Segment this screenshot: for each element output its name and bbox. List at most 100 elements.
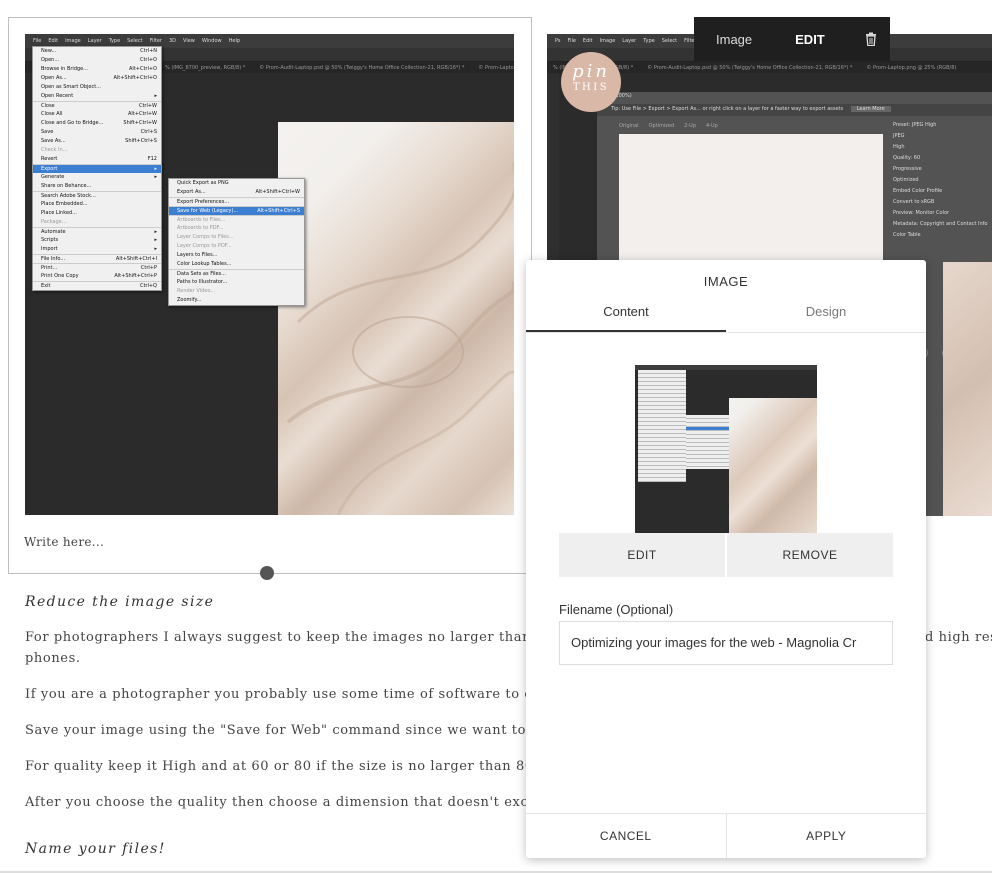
menu-item-shortcut: Ctrl+P — [140, 265, 157, 271]
menu-item-label: Print One Copy — [41, 273, 79, 279]
menu-item-shortcut: Shift+Ctrl+W — [123, 120, 157, 126]
menu-item-label: Browse in Bridge... — [41, 66, 89, 72]
menu-item-label: Save As... — [41, 138, 66, 144]
file-menu-item: Check In... — [33, 146, 161, 155]
menu-item-shortcut: Ctrl+W — [138, 103, 157, 109]
menu-item-label: Place Embedded... — [41, 201, 88, 207]
ps-menu-3: Layer — [87, 38, 102, 44]
menu-item-label: Layer Comps to Files... — [177, 234, 234, 240]
apply-button[interactable]: APPLY — [727, 814, 927, 858]
resize-handle[interactable] — [260, 566, 274, 580]
paragraph-5-text: After you choose the quality then choose… — [25, 795, 572, 810]
trash-icon[interactable] — [865, 32, 879, 47]
paragraph-1-tail: d high reso — [925, 630, 992, 645]
menu-item-shortcut: Ctrl+O — [139, 57, 157, 63]
file-menu-item: Import ▸ — [33, 245, 161, 254]
dialog-view-tab: 2-Up — [684, 123, 696, 129]
file-menu-item: Export ▸ — [33, 164, 161, 173]
menu-item-label: Artboards to PDF... — [177, 225, 224, 231]
tip-text: Tip: Use File > Export > Export As... or… — [611, 106, 844, 112]
pin-badge-top: pin — [572, 61, 610, 82]
export-menu-item: Color Lookup Tables... — [169, 260, 304, 269]
ps-menu-4: Type — [108, 38, 121, 44]
toolbar-edit-button[interactable]: EDIT — [795, 32, 825, 47]
menu-item-label: Export As... — [177, 189, 206, 195]
toolbar-image-label: Image — [716, 31, 753, 47]
file-menu-item: New... Ctrl+N — [33, 47, 161, 56]
thumbnail-remove-button[interactable]: REMOVE — [727, 533, 893, 577]
export-menu-item: Data Sets as Files... — [169, 269, 304, 278]
dialog-setting: Quality: 60 — [893, 155, 921, 161]
dialog-view-tab: Optimized — [648, 123, 675, 129]
tab-content[interactable]: Content — [526, 304, 726, 319]
file-menu-item: Share on Behance... — [33, 182, 161, 191]
file-menu-item: Automate ▸ — [33, 227, 161, 236]
menu-item-label: Place Linked... — [41, 210, 77, 216]
menu-item-shortcut: Alt+Shift+Ctrl+W — [255, 189, 300, 195]
menu-item-label: Close and Go to Bridge... — [41, 120, 104, 126]
dialog-setting: Optimized — [893, 177, 919, 183]
file-menu-item: Revert F12 — [33, 155, 161, 164]
file-menu-item: Save As... Shift+Ctrl+S — [33, 137, 161, 146]
file-menu-item: Close All Alt+Ctrl+W — [33, 110, 161, 119]
menu-item-label: Render Video... — [177, 288, 216, 294]
menu-item-label: Open... — [41, 57, 60, 63]
filename-label: Filename (Optional) — [559, 602, 674, 617]
export-submenu: Quick Export as PNG Export As... Alt+Shift… — [168, 178, 305, 306]
ps-menu-10: Help — [228, 38, 241, 44]
menu-item-shortcut: ▸ — [154, 237, 157, 243]
ps-menu-2: Image — [65, 38, 81, 44]
heading-name-files: Name your files! — [25, 841, 166, 857]
dialog-view-tab: Original — [619, 123, 639, 129]
cancel-button[interactable]: CANCEL — [526, 814, 727, 858]
paragraph-5: After you choose the quality then choose… — [25, 795, 598, 810]
learn-more-button: Learn More — [850, 106, 891, 112]
ps-menu-0: Ps — [555, 38, 561, 44]
menu-item-label: Zoomify... — [177, 297, 202, 303]
pin-this-badge[interactable]: pin THIS — [561, 52, 621, 112]
tab-design[interactable]: Design — [726, 304, 926, 319]
dialog-setting: Preset: JPEG High — [893, 122, 937, 128]
ps-menu-0: File — [33, 38, 42, 44]
caption-placeholder[interactable]: Write here... — [24, 535, 104, 549]
paragraph-1: For photographers I always suggest to ke… — [25, 630, 589, 645]
file-menu-item: Search Adobe Stock... — [33, 191, 161, 200]
menu-item-shortcut: Alt+Ctrl+W — [128, 111, 157, 117]
ps-doc-tab-2: © Prom-Laptop.png @ 25% (RGB/8) — [866, 64, 957, 71]
menu-item-label: Paths to Illustrator... — [177, 279, 228, 285]
panel-footer: CANCEL APPLY — [526, 813, 926, 858]
left-ps-fabric-photo — [278, 122, 514, 515]
export-menu-item: Export Preferences... — [169, 197, 304, 206]
menu-item-shortcut: Shift+Ctrl+S — [125, 138, 157, 144]
image-thumbnail[interactable] — [635, 365, 817, 533]
menu-item-shortcut: Alt+Shift+Ctrl+I — [115, 256, 157, 262]
ps-menu-1: File — [567, 38, 576, 44]
dialog-view-tabs: Original Optimized 2-Up 4-Up — [619, 123, 718, 129]
filename-input[interactable]: Optimizing your images for the web - Mag… — [559, 621, 893, 665]
menu-item-label: Export — [41, 166, 58, 172]
dialog-setting: Preview: Monitor Color — [893, 210, 950, 216]
file-menu-item: Close and Go to Bridge... Shift+Ctrl+W — [33, 119, 161, 128]
thumbnail-edit-button[interactable]: EDIT — [559, 533, 725, 577]
ps-menu-3: Image — [599, 38, 616, 44]
menu-item-label: Close All — [41, 111, 63, 117]
menu-item-label: Open As... — [41, 75, 67, 81]
export-menu-item: Layers to Files... — [169, 251, 304, 260]
export-menu-item: Save for Web (Legacy)... Alt+Shift+Ctrl+S — [169, 206, 304, 215]
file-menu-item: Open As... Alt+Shift+Ctrl+O — [33, 74, 161, 83]
menu-item-label: Import — [41, 246, 58, 252]
right-ps-fabric-photo — [943, 262, 992, 516]
menu-item-label: Close — [41, 103, 55, 109]
file-menu-item: Place Embedded... — [33, 200, 161, 209]
ps-menu-6: Filter — [149, 38, 162, 44]
ps-menu-1: Edit — [48, 38, 59, 44]
file-menu-item: Exit Ctrl+Q — [33, 281, 161, 290]
file-menu-item: Open as Smart Object... — [33, 83, 161, 92]
file-menu-item: Open Recent ▸ — [33, 92, 161, 101]
export-menu-item: Artboards to Files... — [169, 215, 304, 224]
file-menu-item: Package... — [33, 218, 161, 227]
ps-menu-6: Select — [661, 38, 678, 44]
file-menu-item: Generate ▸ — [33, 173, 161, 182]
paragraph-1-cont: phones. — [25, 651, 81, 666]
heading-reduce-size: Reduce the image size — [25, 594, 215, 610]
